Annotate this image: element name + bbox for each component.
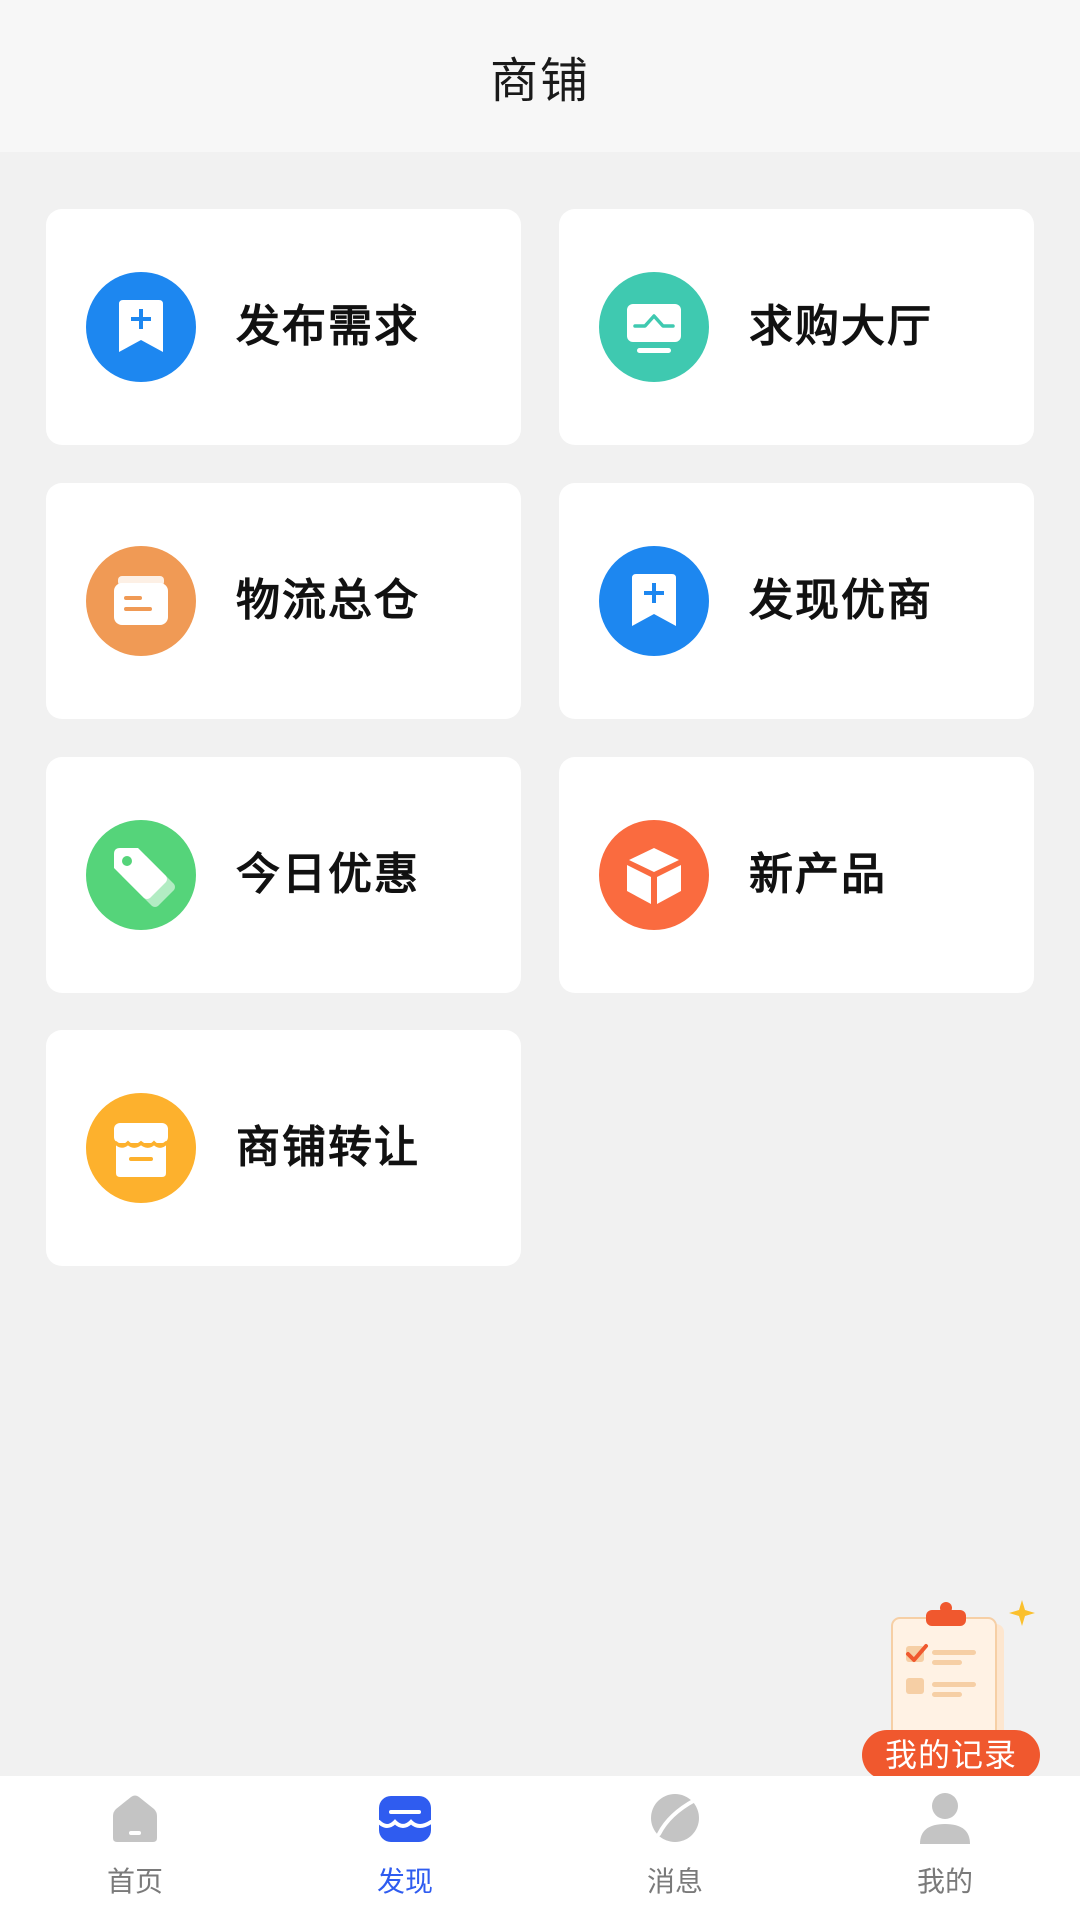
nav-label: 发现 [376,1865,433,1898]
cube-icon [599,820,709,930]
card-label: 新产品 [749,849,887,900]
card-logistics-warehouse[interactable]: 物流总仓 [46,483,521,719]
card-label: 求购大厅 [749,301,933,352]
card-discover-merchants[interactable]: 发现优商 [559,483,1034,719]
nav-item-messages[interactable]: 消息 [540,1776,810,1920]
home-icon [113,1795,157,1842]
nav-label: 我的 [916,1865,973,1898]
card-new-products[interactable]: 新产品 [559,757,1034,993]
bookmark-plus-icon [86,272,196,382]
tag-icon [86,820,196,930]
message-leaf-icon [651,1794,699,1842]
bottom-nav: 首页 发现 消息 我的 [0,1776,1080,1920]
card-shop-transfer[interactable]: 商铺转让 [46,1030,521,1266]
card-label: 今日优惠 [236,849,420,900]
top-header: 商铺 [0,0,1080,152]
storefront-icon [86,1093,196,1203]
user-icon [920,1793,970,1844]
bookmark-plus-icon [599,546,709,656]
discover-store-icon [377,1796,433,1842]
card-label: 发布需求 [236,301,420,352]
nav-item-discover[interactable]: 发现 [270,1776,540,1920]
my-records-label: 我的记录 [884,1736,1017,1774]
card-today-deals[interactable]: 今日优惠 [46,757,521,993]
monitor-chart-icon [599,272,709,382]
page-title: 商铺 [489,53,590,109]
card-label: 物流总仓 [236,575,420,626]
nav-label: 首页 [106,1865,163,1898]
card-publish-demand[interactable]: 发布需求 [46,209,521,445]
warehouse-box-icon [86,546,196,656]
nav-item-profile[interactable]: 我的 [810,1776,1080,1920]
nav-item-home[interactable]: 首页 [0,1776,270,1920]
nav-label: 消息 [646,1865,703,1898]
card-purchase-hall[interactable]: 求购大厅 [559,209,1034,445]
card-label: 商铺转让 [236,1122,420,1173]
card-label: 发现优商 [749,575,933,626]
my-records-button[interactable]: 我的记录 [860,1596,1046,1780]
